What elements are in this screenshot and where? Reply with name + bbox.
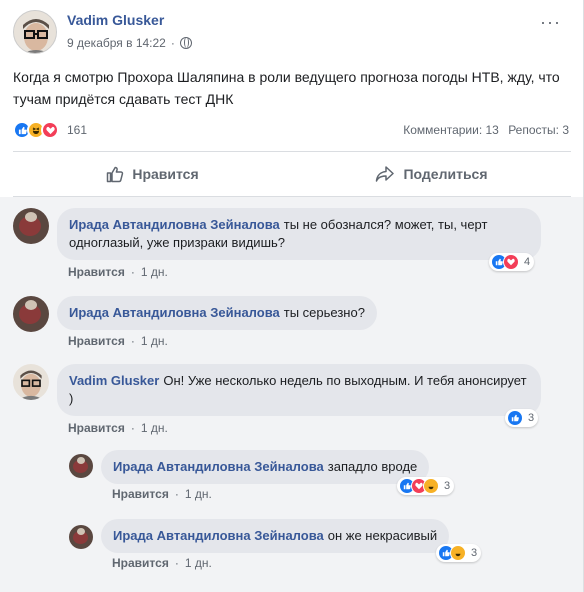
reply-text: он же некрасивый: [327, 528, 438, 543]
haha-reaction-icon: [423, 478, 439, 494]
author-avatar[interactable]: [13, 10, 57, 54]
share-arrow-icon: [375, 165, 395, 183]
reply-like-link[interactable]: Нравится: [112, 487, 169, 501]
reactions-summary[interactable]: 161: [13, 121, 87, 139]
share-button[interactable]: Поделиться: [292, 152, 571, 196]
haha-reaction-icon: [450, 545, 466, 561]
replier-avatar[interactable]: [69, 454, 93, 478]
commenter-avatar[interactable]: [13, 364, 49, 400]
reply-reactions[interactable]: 3: [397, 477, 455, 495]
comment-time[interactable]: 1 дн.: [141, 334, 168, 348]
comment-bubble: Ирада Автандиловна Зейналова ты не обозна…: [57, 208, 541, 260]
comment-author[interactable]: Ирада Автандиловна Зейналова: [69, 305, 280, 320]
comment-like-link[interactable]: Нравится: [68, 334, 125, 348]
reply-footer: Нравится · 1 дн.: [112, 556, 212, 570]
post-text: Когда я смотрю Прохора Шаляпина в роли в…: [13, 69, 560, 107]
comments-section: Ирада Автандиловна Зейналова ты не обозна…: [0, 197, 583, 592]
comment-time[interactable]: 1 дн.: [141, 265, 168, 279]
shares-count-link[interactable]: Репосты: 3: [508, 123, 569, 137]
comment-footer: Нравится · 1 дн.: [68, 421, 168, 435]
commenter-avatar[interactable]: [13, 296, 49, 332]
reply-author[interactable]: Ирада Автандиловна Зейналова: [113, 528, 324, 543]
comment-author[interactable]: Ирада Автандиловна Зейналова: [69, 217, 280, 232]
comments-count-link[interactable]: Комментарии: 13: [403, 123, 499, 137]
comment-reactions[interactable]: 3: [505, 409, 539, 427]
reply-footer: Нравится · 1 дн.: [112, 487, 212, 501]
reply-like-link[interactable]: Нравится: [112, 556, 169, 570]
separator-dot: ·: [170, 36, 175, 50]
love-reaction-icon: [41, 121, 59, 139]
reply-time[interactable]: 1 дн.: [185, 556, 212, 570]
comment-text: ты серьезно?: [283, 305, 365, 320]
comment-like-link[interactable]: Нравится: [68, 265, 125, 279]
separator-dot: ·: [130, 421, 135, 435]
more-options-button[interactable]: ···: [540, 12, 561, 33]
reply-reactions[interactable]: 3: [436, 544, 482, 562]
globe-icon[interactable]: [179, 37, 192, 49]
reply-time[interactable]: 1 дн.: [185, 487, 212, 501]
love-reaction-icon: [503, 254, 519, 270]
post-card: Vadim Glusker 9 декабря в 14:22 · ··· Ко…: [0, 0, 584, 592]
commenter-avatar[interactable]: [13, 208, 49, 244]
replier-avatar[interactable]: [69, 525, 93, 549]
avatar-image: [14, 11, 56, 53]
separator-dot: ·: [174, 487, 179, 501]
post-meta: 9 декабря в 14:22 ·: [67, 36, 192, 50]
like-button-label: Нравится: [132, 166, 199, 182]
thumb-up-icon: [106, 165, 124, 183]
comment-time[interactable]: 1 дн.: [141, 421, 168, 435]
post-date[interactable]: 9 декабря в 14:22: [67, 36, 166, 50]
comment-bubble: Ирада Автандиловна Зейналова ты серьезно?: [57, 296, 377, 330]
post-author-name[interactable]: Vadim Glusker: [67, 12, 164, 28]
reply-reaction-count: 3: [471, 547, 478, 559]
comment-like-link[interactable]: Нравится: [68, 421, 125, 435]
reply-author[interactable]: Ирада Автандиловна Зейналова: [113, 459, 324, 474]
like-button[interactable]: Нравится: [13, 152, 292, 196]
reply-bubble: Ирада Автандиловна Зейналова западло врод…: [101, 450, 430, 484]
comment-author[interactable]: Vadim Glusker: [69, 373, 159, 388]
comment-reactions[interactable]: 4: [489, 253, 535, 271]
post-actions: Нравится Поделиться: [13, 152, 571, 196]
post-counts: Комментарии: 13 Репосты: 3: [397, 123, 569, 137]
comment-footer: Нравится · 1 дн.: [68, 265, 168, 279]
comment-reaction-count: 4: [524, 256, 531, 268]
comment-bubble: Vadim Glusker Он! Уже несколько недель по…: [57, 364, 541, 416]
reply-bubble: Ирада Автандиловна Зейналова он же некрас…: [101, 519, 450, 553]
reply-text: западло вроде: [327, 459, 418, 474]
comment-reaction-count: 3: [528, 412, 535, 424]
avatar-image: [17, 370, 45, 400]
share-button-label: Поделиться: [403, 166, 488, 182]
separator-dot: ·: [174, 556, 179, 570]
reaction-count: 161: [67, 123, 88, 137]
separator-dot: ·: [130, 334, 135, 348]
like-reaction-icon: [507, 410, 523, 426]
reply-reaction-count: 3: [444, 480, 451, 492]
comment-footer: Нравится · 1 дн.: [68, 334, 168, 348]
separator-dot: ·: [130, 265, 135, 279]
